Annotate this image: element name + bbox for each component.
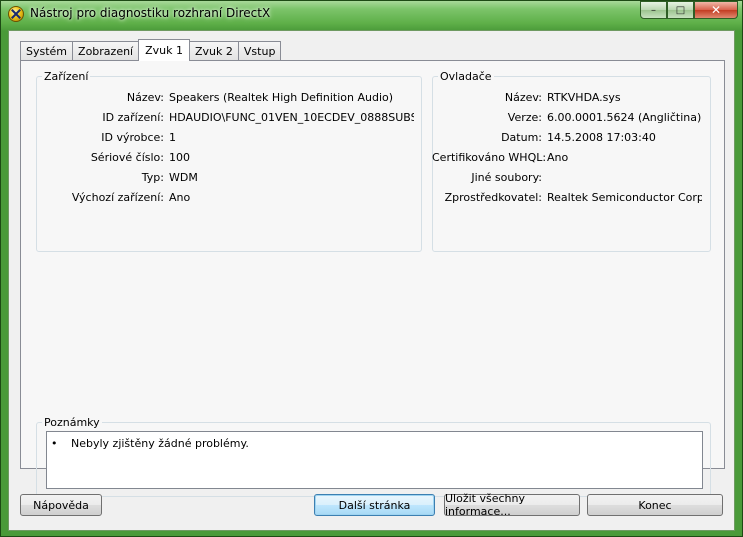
- minimize-icon: –: [651, 4, 656, 16]
- device-name-label: Název:: [126, 91, 164, 104]
- notes-textbox[interactable]: • Nebyly zjištěny žádné problémy.: [46, 431, 703, 489]
- device-type-label: Typ:: [141, 171, 164, 184]
- driver-row-other-files: Jiné soubory:: [432, 171, 702, 185]
- driver-row-name: Název: RTKVHDA.sys: [432, 91, 702, 105]
- driver-row-whql: Certifikováno WHQL: Ano: [432, 151, 702, 165]
- driver-version-value: 6.00.0001.5624 (Angličtina): [547, 111, 702, 124]
- whql-label: Certifikováno WHQL:: [432, 151, 547, 164]
- device-type-value: WDM: [169, 171, 198, 184]
- driver-row-date: Datum: 14.5.2008 17:03:40: [432, 131, 702, 145]
- tab-display[interactable]: Zobrazení: [72, 41, 140, 61]
- minimize-button[interactable]: –: [640, 1, 667, 19]
- dialog-client-area: Systém Zobrazení Zvuk 1 Zvuk 2 Vstup Zař…: [8, 30, 735, 531]
- notes-group-title: Poznámky: [42, 416, 102, 429]
- driver-row-provider: Zprostředkovatel: Realtek Semiconductor …: [432, 191, 702, 205]
- tab-panel-sound-1: Zařízení Název: Speakers (Realtek High D…: [20, 60, 725, 497]
- next-page-button[interactable]: Další stránka: [314, 494, 435, 516]
- device-id-label: ID zařízení:: [102, 111, 164, 124]
- device-group-title: Zařízení: [42, 70, 91, 83]
- whql-value: Ano: [547, 151, 569, 164]
- close-icon: ✕: [710, 3, 722, 17]
- driver-date-value: 14.5.2008 17:03:40: [547, 131, 656, 144]
- close-button[interactable]: ✕: [694, 1, 738, 19]
- save-all-info-button[interactable]: Uložit všechny informace...: [444, 492, 580, 518]
- device-row-serial: Sériové číslo: 100: [36, 151, 414, 165]
- window-title: Nástroj pro diagnostiku rozhraní DirectX: [30, 6, 271, 20]
- vendor-id-label: ID výrobce:: [101, 131, 164, 144]
- tab-sound-2[interactable]: Zvuk 2: [189, 41, 239, 61]
- provider-value: Realtek Semiconductor Corp.: [547, 191, 702, 204]
- drivers-group-title: Ovladače: [438, 70, 494, 83]
- driver-row-version: Verze: 6.00.0001.5624 (Angličtina): [432, 111, 702, 125]
- tab-system[interactable]: Systém: [20, 41, 74, 61]
- tab-input[interactable]: Vstup: [237, 41, 282, 61]
- driver-name-label: Název:: [504, 91, 542, 104]
- device-row-vendor: ID výrobce: 1: [36, 131, 414, 145]
- provider-label: Zprostředkovatel:: [444, 191, 542, 204]
- exit-button[interactable]: Konec: [587, 494, 723, 516]
- vendor-id-value: 1: [169, 131, 176, 144]
- note-item: Nebyly zjištěny žádné problémy.: [71, 437, 249, 450]
- driver-version-label: Verze:: [507, 111, 542, 124]
- other-files-value: [542, 171, 702, 185]
- serial-number-value: 100: [169, 151, 190, 164]
- default-device-label: Výchozí zařízení:: [71, 191, 164, 204]
- directx-app-icon[interactable]: [8, 6, 24, 22]
- device-row-default: Výchozí zařízení: Ano: [36, 191, 414, 205]
- other-files-label: Jiné soubory:: [471, 171, 542, 184]
- device-row-name: Název: Speakers (Realtek High Definition…: [36, 91, 414, 105]
- caption-buttons: – □ ✕: [640, 1, 738, 20]
- device-row-type: Typ: WDM: [36, 171, 414, 185]
- title-bar[interactable]: Nástroj pro diagnostiku rozhraní DirectX…: [1, 1, 742, 29]
- driver-date-label: Datum:: [501, 131, 542, 144]
- device-name-value: Speakers (Realtek High Definition Audio): [169, 91, 394, 104]
- default-device-value: Ano: [169, 191, 191, 204]
- device-row-id: ID zařízení: HDAUDIO\FUNC_01VEN_10ECDEV_…: [36, 111, 414, 125]
- app-window: Nástroj pro diagnostiku rozhraní DirectX…: [0, 0, 743, 537]
- device-id-value: HDAUDIO\FUNC_01VEN_10ECDEV_0888SUBSYS_1: [169, 111, 414, 124]
- tab-sound-1[interactable]: Zvuk 1: [138, 39, 191, 61]
- bullet-icon: •: [51, 437, 58, 450]
- serial-number-label: Sériové číslo:: [90, 151, 164, 164]
- maximize-icon: □: [675, 4, 686, 16]
- tab-strip: Systém Zobrazení Zvuk 1 Zvuk 2 Vstup: [20, 39, 282, 61]
- driver-name-value: RTKVHDA.sys: [547, 91, 621, 104]
- help-button[interactable]: Nápověda: [20, 494, 102, 516]
- maximize-button[interactable]: □: [667, 1, 694, 19]
